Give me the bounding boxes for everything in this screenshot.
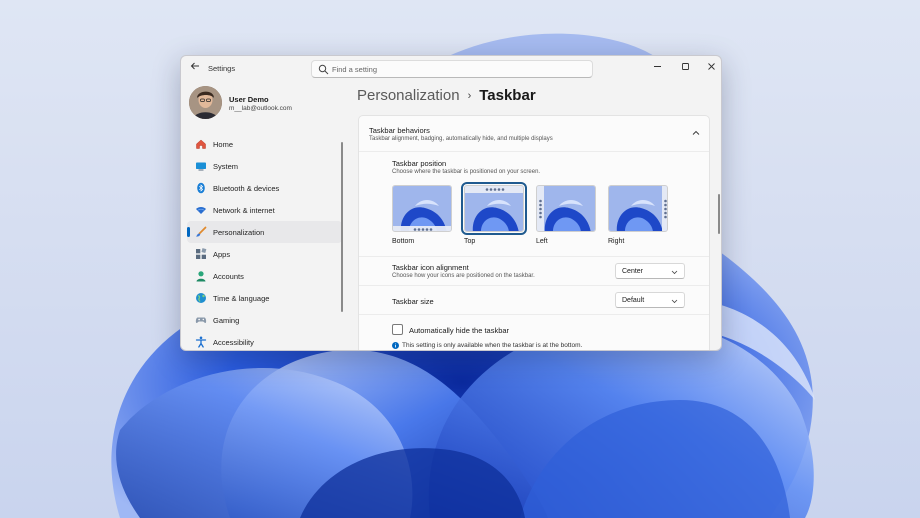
position-option-right[interactable] xyxy=(608,185,668,232)
app-title: Settings xyxy=(208,64,236,73)
taskbar-behaviors-card: Taskbar behaviors Taskbar alignment, bad… xyxy=(358,115,710,350)
sidebar-item-bluetooth[interactable]: Bluetooth & devices xyxy=(187,177,342,199)
settings-window: Settings User Demo m__lab@out xyxy=(180,55,722,351)
maximize-button[interactable] xyxy=(675,60,695,76)
icon-alignment-dropdown[interactable]: Center xyxy=(615,263,685,279)
chevron-down-icon xyxy=(671,270,678,275)
section-subtitle: Taskbar alignment, badging, automaticall… xyxy=(369,136,553,142)
close-icon xyxy=(707,63,715,70)
search-input[interactable] xyxy=(332,63,582,76)
sidebar-item-network[interactable]: Network & internet xyxy=(187,199,342,221)
maximize-icon xyxy=(681,63,689,70)
bottom-preview-icon xyxy=(393,186,451,231)
position-option-bottom[interactable] xyxy=(392,185,452,232)
sidebar-item-label: Time & language xyxy=(213,294,270,303)
system-icon xyxy=(196,162,206,171)
divider xyxy=(359,256,709,257)
top-preview-icon xyxy=(465,186,523,231)
search-icon xyxy=(318,64,329,75)
section-title: Taskbar behaviors xyxy=(369,126,430,135)
position-label-bottom: Bottom xyxy=(392,238,415,245)
sidebar-item-accessibility[interactable]: Accessibility xyxy=(187,331,342,350)
breadcrumb-separator-icon: › xyxy=(467,90,472,102)
left-preview-icon xyxy=(537,186,595,231)
sidebar-item-gaming[interactable]: Gaming xyxy=(187,309,342,331)
home-icon xyxy=(196,139,206,149)
autohide-info-text: This setting is only available when the … xyxy=(402,342,583,349)
content-scrollbar[interactable] xyxy=(718,194,720,234)
sidebar-item-accounts[interactable]: Accounts xyxy=(187,265,342,287)
taskbar-size-dropdown[interactable]: Default xyxy=(615,292,685,308)
avatar xyxy=(189,86,222,119)
taskbar-size-value: Default xyxy=(622,297,645,304)
sidebar-item-label: System xyxy=(213,162,239,171)
gamepad-icon xyxy=(195,317,207,324)
breadcrumb-parent[interactable]: Personalization xyxy=(357,87,460,104)
divider xyxy=(359,314,709,315)
icon-alignment-value: Center xyxy=(622,268,644,275)
breadcrumb: Personalization › Taskbar xyxy=(357,87,536,104)
chevron-down-icon xyxy=(671,299,678,304)
user-email: m__lab@outlook.com xyxy=(229,105,292,112)
autohide-label: Automatically hide the taskbar xyxy=(409,326,510,335)
close-button[interactable] xyxy=(701,60,721,76)
sidebar-item-label: Bluetooth & devices xyxy=(213,184,280,193)
avatar-portrait-icon xyxy=(189,86,222,119)
sidebar-item-home[interactable]: Home xyxy=(187,133,342,155)
user-name: User Demo xyxy=(229,95,269,104)
taskbar-position-title: Taskbar position xyxy=(392,159,447,168)
position-label-right: Right xyxy=(608,238,625,245)
title-bar: Settings xyxy=(181,56,721,82)
taskbar-size-title: Taskbar size xyxy=(392,297,434,306)
globe-icon xyxy=(196,293,206,303)
info-icon xyxy=(392,342,399,349)
sidebar-scrollbar[interactable] xyxy=(341,142,343,312)
sidebar-item-label: Network & internet xyxy=(213,206,275,215)
wifi-icon xyxy=(196,207,206,214)
back-arrow-icon xyxy=(190,62,199,70)
sidebar-nav: Home System Bluetooth & devices Network … xyxy=(187,133,342,350)
apps-icon xyxy=(196,248,207,259)
back-button[interactable] xyxy=(187,61,203,77)
taskbar-behaviors-header[interactable]: Taskbar behaviors Taskbar alignment, bad… xyxy=(359,116,709,152)
minimize-button[interactable] xyxy=(647,60,667,76)
taskbar-position-subtitle: Choose where the taskbar is positioned o… xyxy=(392,169,541,175)
position-option-top[interactable] xyxy=(461,182,527,235)
user-profile[interactable]: User Demo m__lab@outlook.com xyxy=(189,86,339,120)
sidebar-item-time-language[interactable]: Time & language xyxy=(187,287,342,309)
sidebar-item-personalization[interactable]: Personalization xyxy=(187,221,342,243)
person-icon xyxy=(196,271,206,282)
sidebar-item-label: Home xyxy=(213,140,234,149)
sidebar-item-label: Gaming xyxy=(213,316,240,325)
sidebar-item-label: Apps xyxy=(213,250,231,259)
position-label-left: Left xyxy=(536,238,548,245)
bluetooth-icon xyxy=(197,182,205,194)
position-label-top: Top xyxy=(464,238,476,245)
sidebar-item-system[interactable]: System xyxy=(187,155,342,177)
right-preview-icon xyxy=(609,186,667,231)
minimize-icon xyxy=(653,66,661,67)
sidebar-item-label: Personalization xyxy=(213,228,265,237)
icon-alignment-subtitle: Choose how your icons are positioned on … xyxy=(392,273,535,279)
page-title: Taskbar xyxy=(479,87,536,104)
chevron-up-icon xyxy=(692,130,700,135)
brush-icon xyxy=(196,226,207,237)
autohide-checkbox[interactable] xyxy=(392,324,403,335)
divider xyxy=(359,285,709,286)
search-box[interactable] xyxy=(311,60,593,78)
sidebar-item-label: Accessibility xyxy=(213,338,254,347)
sidebar-item-apps[interactable]: Apps xyxy=(187,243,342,265)
icon-alignment-title: Taskbar icon alignment xyxy=(392,263,469,272)
accessibility-icon xyxy=(195,336,207,348)
position-option-left[interactable] xyxy=(536,185,596,232)
sidebar-item-label: Accounts xyxy=(213,272,244,281)
